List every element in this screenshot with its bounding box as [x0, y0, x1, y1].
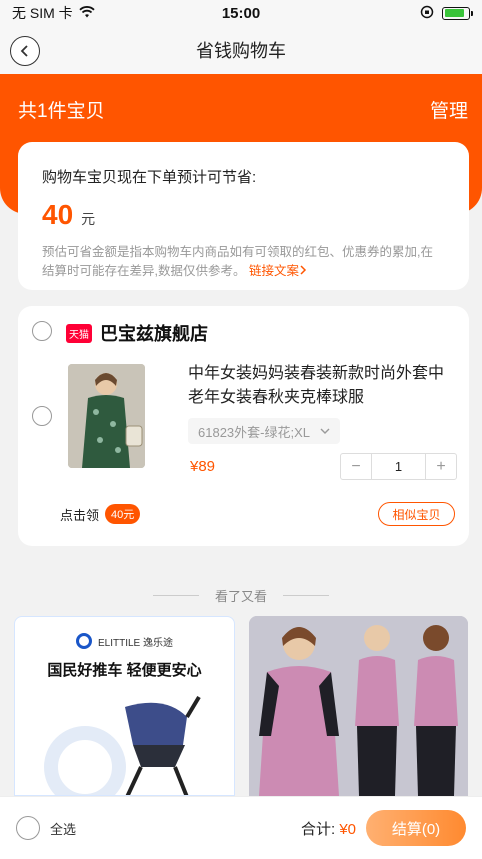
page-title: 省钱购物车 — [196, 41, 286, 61]
stroller-image — [44, 695, 201, 795]
shop-name[interactable]: 巴宝兹旗舰店 — [100, 320, 208, 346]
claim-row[interactable]: 点击领 40元 — [60, 504, 141, 524]
checkout-button[interactable]: 结算(0) — [366, 810, 466, 846]
back-button[interactable] — [10, 36, 40, 66]
wifi-icon — [79, 5, 95, 21]
recommend-card-apparel[interactable] — [249, 616, 468, 796]
carrier-label: 无 SIM 卡 — [12, 5, 73, 21]
claim-label: 点击领 — [60, 507, 100, 523]
saving-card: 购物车宝贝现在下单预计可节省: 40 元 预估可省金额是指本购物车内商品如有可领… — [18, 142, 469, 290]
link-text[interactable]: 链接文案 — [249, 264, 307, 278]
saving-amount: 40 — [42, 199, 74, 230]
nav-bar: 省钱购物车 — [0, 26, 482, 74]
recommend-grid: ELITTILE 逸乐途 国民好推车 轻便更安心 — [14, 616, 468, 796]
chevron-left-icon — [20, 45, 28, 57]
product-price: ¥89 — [190, 458, 216, 475]
shop-select-radio[interactable] — [32, 321, 52, 341]
sku-selector[interactable]: 61823外套-绿花;XL — [188, 418, 340, 444]
increment-button[interactable]: + — [426, 458, 456, 476]
saving-desc-text: 预估可省金额是指本购物车内商品如有可领取的红包、优惠券的累加,在结算时可能存在差… — [42, 245, 433, 278]
brand-label: ELITTILE 逸乐途 — [97, 637, 173, 649]
brand-logo-icon — [75, 633, 92, 649]
quantity-stepper: − 1 + — [340, 453, 457, 480]
chevron-down-icon — [320, 428, 330, 434]
product-image[interactable] — [68, 364, 145, 468]
select-all-label: 全选 — [50, 821, 77, 837]
saving-description: 预估可省金额是指本购物车内商品如有可领取的红包、优惠券的累加,在结算时可能存在差… — [42, 243, 445, 281]
product-title[interactable]: 中年女装妈妈装春装新款时尚外套中老年女装春秋夹克棒球服 — [188, 362, 458, 410]
saving-unit: 元 — [81, 211, 96, 227]
total-label: 合计: — [300, 820, 336, 838]
sku-label: 61823外套-绿花;XL — [198, 424, 310, 440]
recommend-divider: 看了又看 — [0, 586, 482, 605]
battery-icon — [442, 6, 473, 20]
tmall-badge: 天猫 — [66, 323, 92, 343]
decrement-button[interactable]: − — [341, 458, 371, 476]
claim-amount-badge: 40元 — [105, 504, 141, 524]
item-select-radio[interactable] — [32, 406, 52, 426]
total-summary: 合计: ¥0 — [301, 818, 356, 839]
total-value: ¥0 — [339, 820, 356, 838]
chevron-right-icon — [300, 265, 307, 275]
select-all-toggle[interactable]: 全选 — [16, 816, 301, 840]
link-label: 链接文案 — [248, 264, 299, 278]
bottom-bar: 全选 合计: ¥0 结算(0) — [0, 796, 482, 859]
saving-title: 购物车宝贝现在下单预计可节省: — [42, 169, 257, 186]
recommend-title: 看了又看 — [214, 589, 267, 604]
shop-card: 天猫 巴宝兹旗舰店 中年女装妈妈装春装新款时尚外套中老年女装春秋夹克棒球服 61… — [18, 306, 469, 546]
similar-items-button[interactable]: 相似宝贝 — [378, 502, 455, 526]
quantity-value[interactable]: 1 — [371, 454, 426, 479]
select-all-radio[interactable] — [16, 816, 40, 840]
recommend-slogan: 国民好推车 轻便更安心 — [47, 662, 202, 679]
manage-button[interactable]: 管理 — [430, 96, 468, 123]
status-bar: 无 SIM 卡 15:00 — [0, 0, 482, 26]
apparel-image — [249, 616, 468, 796]
recommend-card-stroller[interactable]: ELITTILE 逸乐途 国民好推车 轻便更安心 — [14, 616, 235, 796]
orientation-lock-icon — [420, 5, 434, 22]
cart-count-label: 共1件宝贝 — [18, 101, 105, 122]
